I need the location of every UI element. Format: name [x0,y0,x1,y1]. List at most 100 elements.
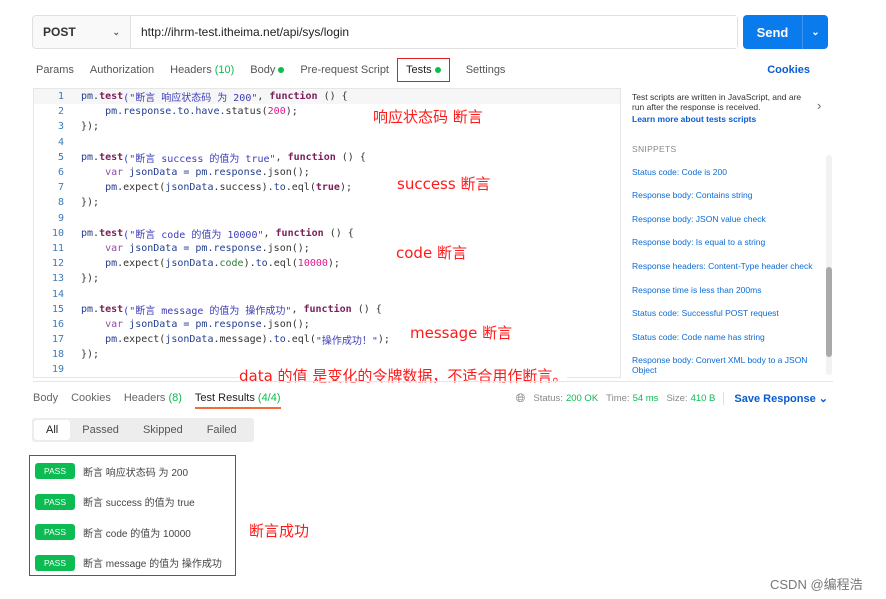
code-token: function [303,303,352,315]
send-button[interactable]: Send ⌄ [743,15,828,49]
chevron-down-icon: ⌄ [818,392,828,405]
snippet-link[interactable]: Response body: Contains string [632,190,832,201]
response-tabs: Body Cookies Headers (8) Test Results (4… [33,390,828,409]
tab-label: Headers [170,64,212,76]
tab-params[interactable]: Params [36,64,74,76]
code-token: test [99,227,124,239]
tab-response-cookies[interactable]: Cookies [71,392,111,404]
line-number: 9 [57,212,64,224]
tab-authorization[interactable]: Authorization [90,64,154,76]
code-line: 14 [34,286,620,301]
tab-settings[interactable]: Settings [466,64,506,76]
code-editor[interactable]: 1 pm. test ("断言 响应状态码 为 200", function () {… [33,88,621,378]
snippet-link[interactable]: Response body: Convert XML body to a JSO… [632,355,832,375]
code-token: , [291,303,304,315]
code-token: test [99,303,124,315]
line-number: 16 [51,318,64,330]
snippet-link[interactable]: Status code: Code name has string [632,332,832,343]
tab-test-results[interactable]: Test Results (4/4) [194,392,281,409]
code-line: 13}); [34,271,620,286]
request-bar: POST ⌄ http://ihrm-test.itheima.net/api/s… [32,15,738,49]
test-result-row: PASS 断言 响应状态码 为 200 [30,456,235,487]
code-token: .eql( [285,334,316,346]
filter-failed[interactable]: Failed [195,420,249,440]
code-token: jsonData [165,258,214,270]
snippet-link[interactable]: Response time is less than 200ms [632,285,832,296]
snippets-panel: Test scripts are written in JavaScript, … [632,92,832,375]
code-token: to [255,258,268,270]
snippet-link[interactable]: Response body: Is equal to a string [632,237,832,248]
tab-response-body[interactable]: Body [33,392,58,404]
filter-skipped[interactable]: Skipped [131,420,195,440]
code-token: }); [81,273,100,285]
code-token: jsonData [165,334,214,346]
pass-badge: PASS [35,493,75,510]
tab-response-headers[interactable]: Headers (8) [124,392,182,404]
code-line: 12 pm .expect(jsonData. code). to .eql(10000… [34,256,620,271]
code-line: 6 var jsonData = pm.response .json(); [34,165,620,180]
chevron-right-icon[interactable]: › [817,98,821,113]
code-token: .message). [213,334,274,346]
line-number: 2 [57,106,64,118]
code-line: 7 pm .expect(jsonData .success). to .eql(tru… [34,180,620,195]
line-number: 7 [57,182,64,194]
pass-badge: PASS [35,524,75,541]
line-number: 15 [51,303,64,315]
code-token: pm [81,91,94,103]
annotation-code: code 断言 [396,244,467,262]
code-token: pm [81,227,94,239]
filter-all[interactable]: All [34,420,71,440]
tab-label: Authorization [89,64,155,76]
line-number: 3 [57,121,64,133]
snippet-link[interactable]: Status code: Code is 200 [632,167,832,178]
status-value: 200 OK [565,392,599,404]
line-number: 18 [51,349,64,361]
snippet-link[interactable]: Status code: Successful POST request [632,308,832,319]
code-line: 4 [34,135,620,150]
url-input[interactable]: http://ihrm-test.itheima.net/api/sys/log… [131,16,737,48]
tab-body[interactable]: Body [250,64,285,76]
test-result-row: PASS 断言 success 的值为 true [30,487,235,518]
snippets-scrollbar[interactable] [826,155,832,375]
code-token: ("断言 success 的值为 true" [123,153,276,165]
filter-passed[interactable]: Passed [70,420,131,440]
code-token: () { [351,303,382,315]
request-tabs: Params Authorization Headers (10) Body Pr… [36,58,826,82]
tab-headers[interactable]: Headers (10) [170,64,234,76]
annotation-success: success 断言 [397,175,491,193]
annotation-result: 断言成功 [249,522,310,540]
chevron-down-icon[interactable]: ⌄ [802,15,828,49]
snippet-link[interactable]: Response headers: Content-Type header ch… [632,261,832,272]
line-number: 4 [57,136,64,148]
code-token: function [287,151,336,163]
snippet-link[interactable]: Response body: JSON value check [632,214,832,225]
code-line: 5 pm. test ("断言 success 的值为 true", function… [34,150,620,165]
tab-pre-request-script[interactable]: Pre-request Script [300,64,389,76]
annotation-status: 响应状态码 断言 [373,108,483,126]
code-token: }); [81,121,100,133]
code-token: jsonData = [123,167,196,179]
code-token: jsonData = [123,318,196,330]
code-token: 10000 [297,258,328,270]
code-token: .json(); [261,242,310,254]
scrollbar-thumb[interactable] [826,267,832,357]
code-token: ("断言 code 的值为 10000" [123,229,264,241]
code-token: .expect( [117,258,166,270]
test-name: 断言 响应状态码 为 200 [83,467,189,479]
learn-more-link[interactable]: Learn more about tests scripts [632,114,832,124]
time-value: 54 ms [632,392,659,404]
divider [33,381,833,382]
cookies-link[interactable]: Cookies [767,64,810,76]
code-token: ). [243,258,256,270]
code-token: var [81,167,124,179]
code-token: function [275,227,324,239]
code-token: () { [335,151,366,163]
line-number: 8 [57,197,64,209]
line-number: 6 [57,167,64,179]
save-response-button[interactable]: Save Response ⌄ [723,391,828,405]
code-token: pm [81,334,118,346]
code-token: status( [225,106,268,118]
line-number: 19 [51,364,64,376]
method-select[interactable]: POST ⌄ [33,16,131,48]
tab-tests[interactable]: Tests [397,58,450,82]
